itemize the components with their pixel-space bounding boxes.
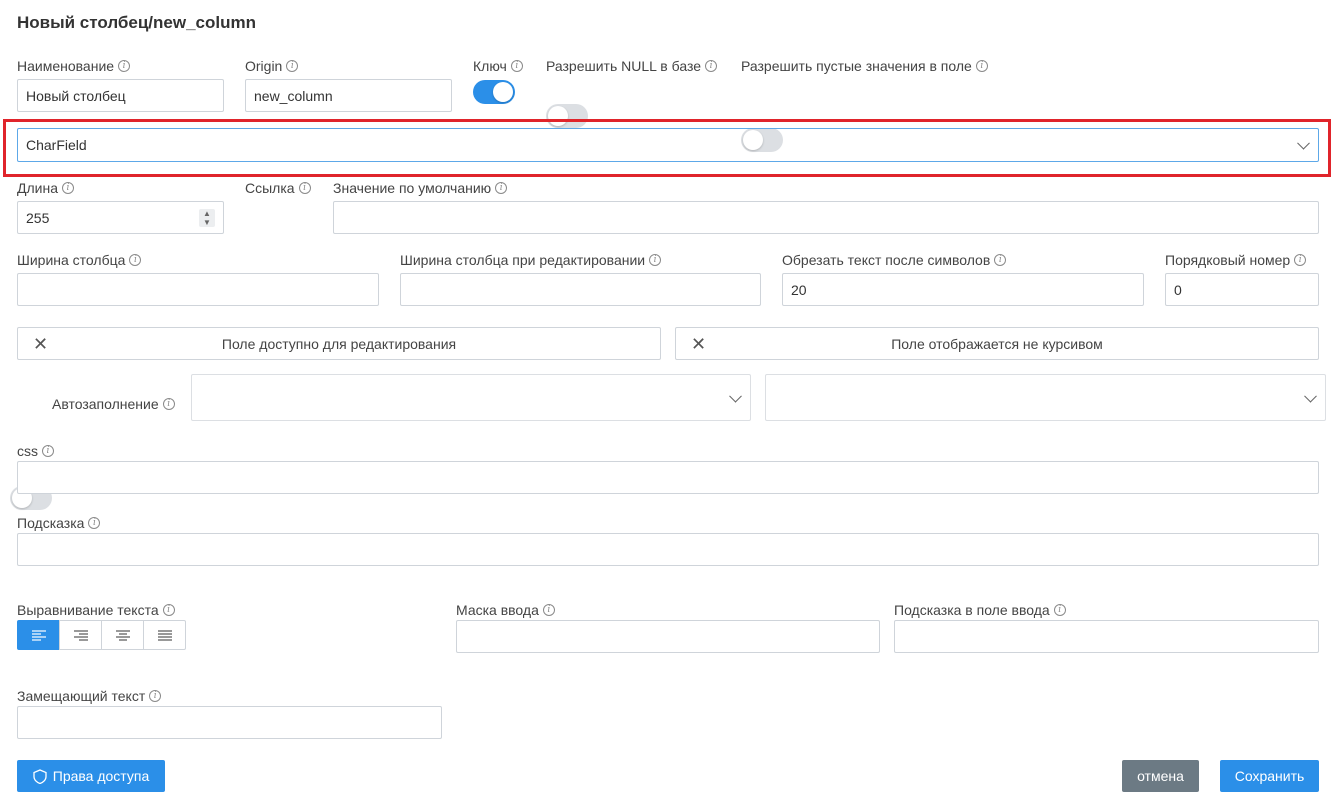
length-input[interactable]: 255 ▲ ▼ (17, 201, 224, 234)
align-left-button[interactable] (17, 620, 60, 650)
access-rights-label: Права доступа (52, 768, 150, 784)
align-center-icon (115, 629, 130, 641)
info-icon: i (162, 604, 175, 616)
editable-chip-label: Поле доступно для редактирования (221, 335, 457, 352)
field-type-select[interactable]: CharField (17, 128, 1319, 162)
col-width-edit-input[interactable] (400, 273, 761, 306)
toggle-knob (493, 82, 513, 102)
info-icon: i (42, 445, 54, 457)
align-justify-icon (157, 629, 172, 641)
truncate-input[interactable]: 20 (782, 273, 1144, 306)
align-left-icon (31, 629, 46, 641)
align-justify-button[interactable] (143, 620, 186, 650)
info-icon: i (118, 60, 131, 72)
col-width-edit-label: Ширина столбца при редактировании i (400, 252, 662, 268)
link-label: Ссылка i (245, 180, 311, 196)
info-icon: i (510, 60, 523, 72)
italic-chip-label: Поле отображается не курсивом (891, 335, 1103, 352)
chevron-down-icon (1297, 136, 1310, 150)
input-hint-label: Подсказка в поле ввода i (894, 602, 1066, 618)
origin-input[interactable]: new_column (245, 79, 452, 112)
alt-text-label: Замещающий текст i (17, 688, 162, 704)
input-mask-label: Маска ввода i (456, 602, 555, 618)
key-label: Ключ i (473, 58, 523, 74)
close-icon[interactable]: ✕ (33, 335, 48, 353)
align-center-button[interactable] (101, 620, 144, 650)
align-right-icon (73, 629, 88, 641)
order-label: Порядковый номер i (1165, 252, 1307, 268)
shield-icon (33, 768, 47, 784)
css-label: css i (17, 443, 54, 459)
order-input[interactable]: 0 (1165, 273, 1319, 306)
info-icon: i (62, 182, 74, 194)
autofill-label: Автозаполнение i (52, 396, 175, 412)
input-mask-input[interactable] (456, 620, 880, 653)
close-icon[interactable]: ✕ (691, 335, 706, 353)
stepper-icon[interactable]: ▲ ▼ (199, 209, 215, 227)
alt-text-input[interactable] (17, 706, 442, 739)
align-right-button[interactable] (59, 620, 102, 650)
hint-label: Подсказка i (17, 515, 101, 531)
autofill-source-select[interactable] (191, 374, 751, 421)
info-icon: i (88, 517, 101, 529)
save-button[interactable]: Сохранить (1220, 760, 1319, 792)
info-icon: i (495, 182, 508, 194)
info-icon: i (994, 254, 1007, 266)
css-input[interactable] (17, 461, 1319, 494)
text-align-label: Выравнивание текста i (17, 602, 175, 618)
chevron-down-icon (1304, 389, 1317, 403)
allow-empty-label: Разрешить пустые значения в поле i (741, 58, 988, 74)
info-icon: i (129, 254, 142, 266)
italic-chip[interactable]: ✕ Поле отображается не курсивом (675, 327, 1319, 360)
text-align-group (17, 620, 186, 650)
info-icon: i (542, 604, 555, 616)
info-icon: i (705, 60, 718, 72)
info-icon: i (1294, 254, 1307, 266)
name-input[interactable]: Новый столбец (17, 79, 224, 112)
info-icon: i (975, 60, 988, 72)
default-label: Значение по умолчанию i (333, 180, 508, 196)
page-title: Новый столбец/new_column (17, 13, 256, 32)
cancel-button[interactable]: отмена (1122, 760, 1199, 792)
chevron-down-icon (729, 389, 742, 403)
info-icon: i (286, 60, 299, 72)
info-icon: i (162, 398, 175, 410)
truncate-label: Обрезать текст после символов i (782, 252, 1007, 268)
info-icon: i (1053, 604, 1066, 616)
input-hint-input[interactable] (894, 620, 1319, 653)
access-rights-button[interactable]: Права доступа (17, 760, 165, 792)
hint-input[interactable] (17, 533, 1319, 566)
col-width-label: Ширина столбца i (17, 252, 142, 268)
key-toggle[interactable] (473, 80, 515, 104)
col-width-input[interactable] (17, 273, 379, 306)
length-label: Длина i (17, 180, 74, 196)
info-icon: i (149, 690, 162, 702)
default-input[interactable] (333, 201, 1319, 234)
allow-null-label: Разрешить NULL в базе i (546, 58, 718, 74)
field-type-value: CharField (26, 137, 87, 153)
origin-label: Origin i (245, 58, 299, 74)
autofill-field-select[interactable] (765, 374, 1326, 421)
info-icon: i (649, 254, 662, 266)
editable-chip[interactable]: ✕ Поле доступно для редактирования (17, 327, 661, 360)
info-icon: i (298, 182, 311, 194)
length-value: 255 (26, 209, 50, 226)
name-label: Наименование i (17, 58, 131, 74)
